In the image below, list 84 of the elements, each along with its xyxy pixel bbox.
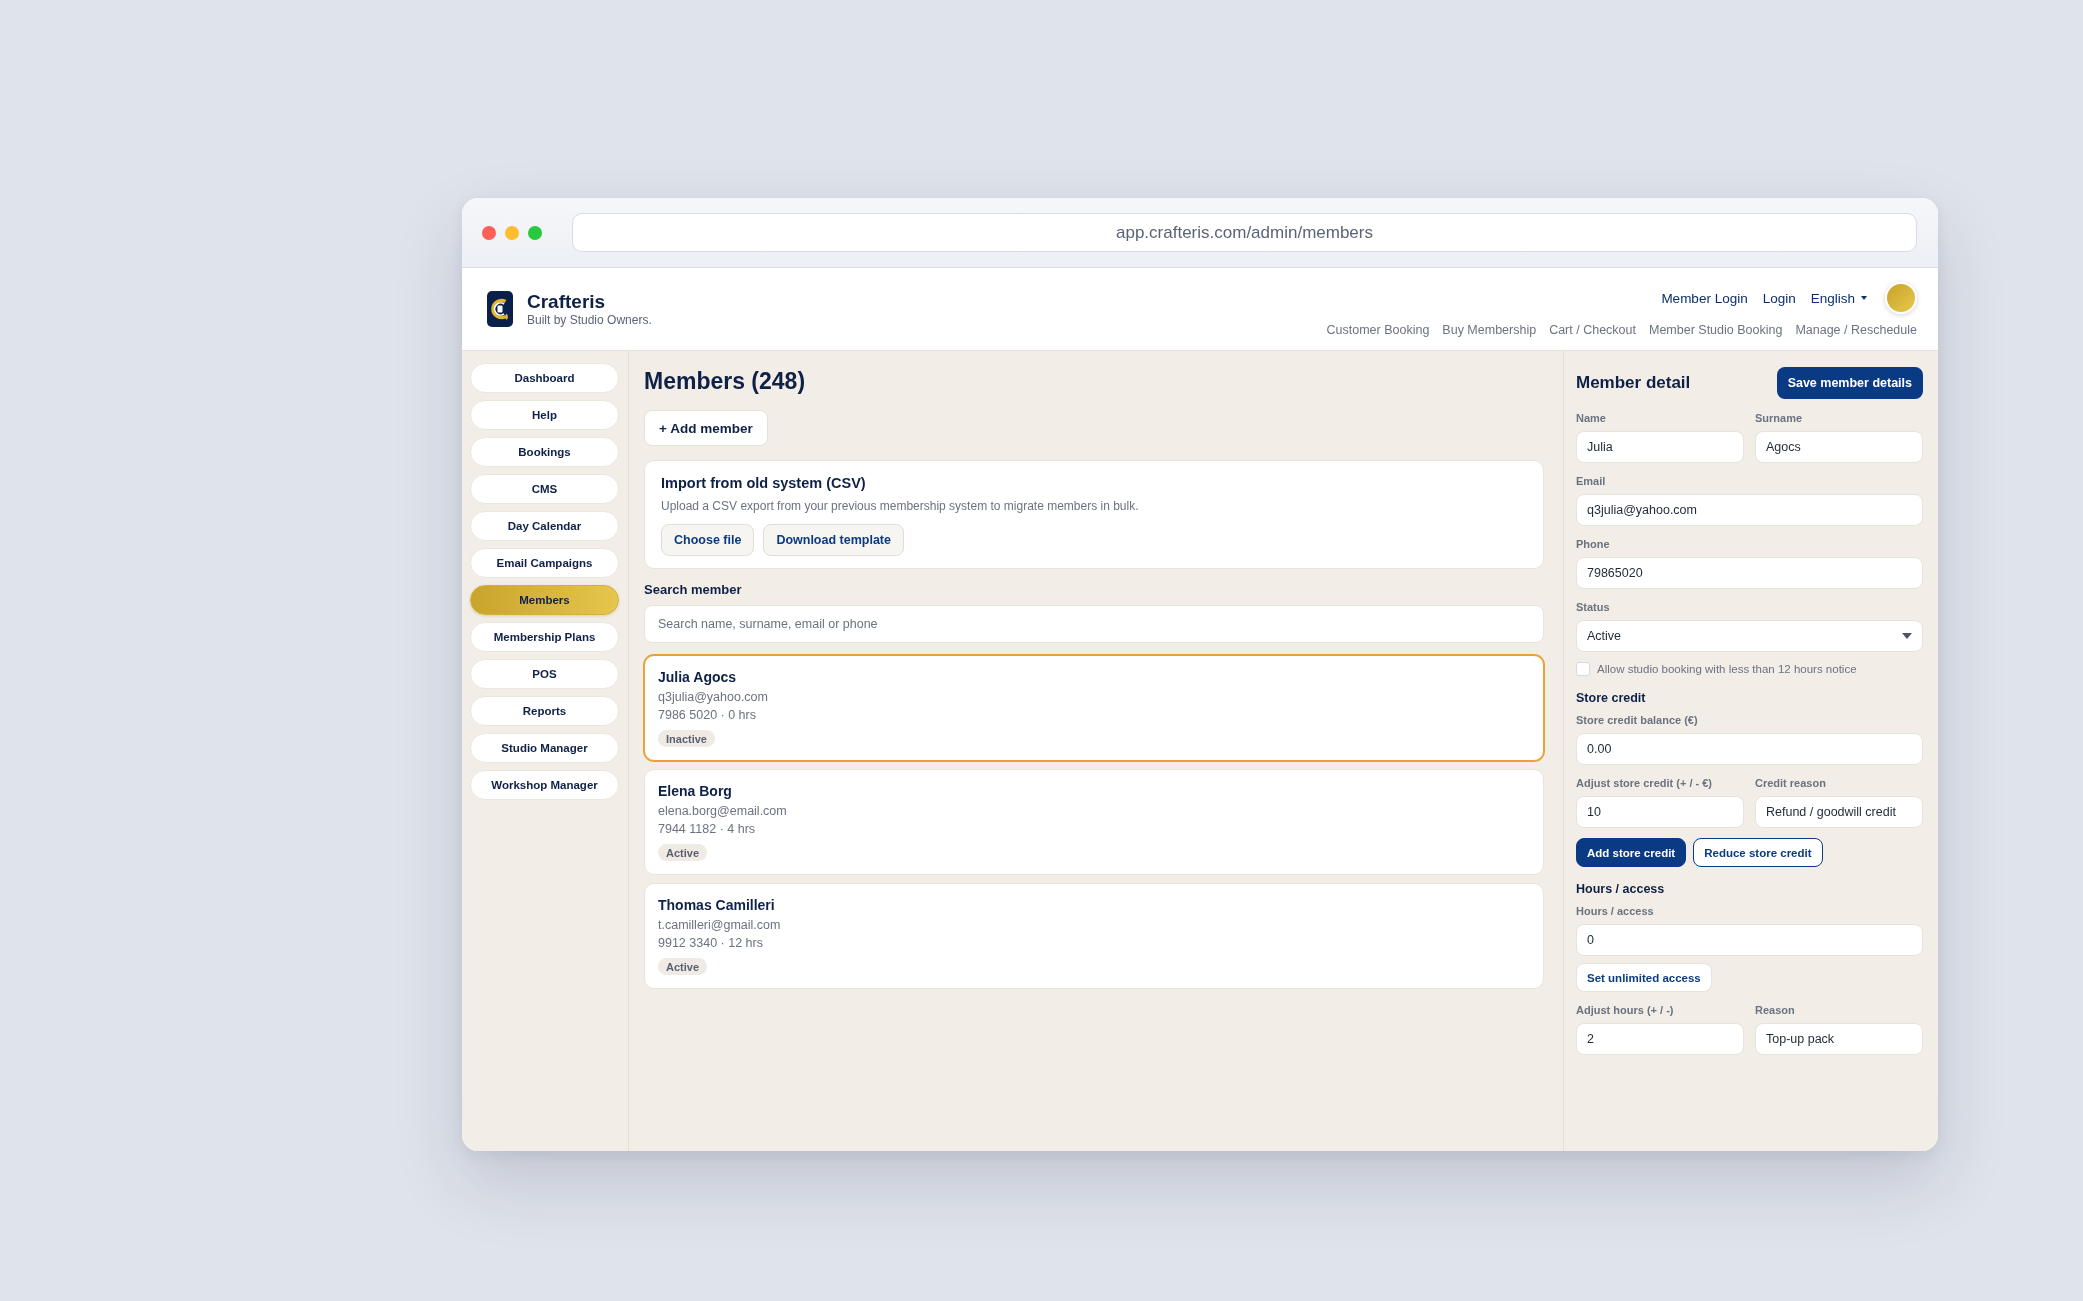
text-field[interactable]: 0.00 (1576, 733, 1923, 765)
field-label: Store credit balance (€) (1576, 713, 1698, 727)
member-email: elena.borg@email.com (658, 803, 787, 820)
sidebar-item[interactable]: Reports (470, 696, 619, 726)
field-label: Hours / access (1576, 904, 1654, 918)
member-details: 7986 5020 · 0 hrs (658, 707, 756, 724)
import-button[interactable]: Choose file (661, 524, 755, 556)
status-badge: Active (658, 958, 708, 975)
status-select[interactable]: Active (1576, 620, 1923, 652)
header-link[interactable]: Login (1762, 290, 1796, 306)
field-label: Reason (1755, 1003, 1795, 1017)
text-field[interactable]: Refund / goodwill credit (1755, 796, 1923, 828)
language-selector[interactable]: English (1810, 290, 1867, 306)
search-label: Search member (644, 582, 742, 598)
section-heading: Store credit (1576, 690, 1646, 706)
sidebar-item[interactable]: CMS (470, 474, 619, 504)
member-details: 9912 3340 · 12 hrs (658, 935, 763, 952)
sidebar-item[interactable]: Membership Plans (470, 622, 619, 652)
avatar-icon[interactable] (1885, 282, 1917, 314)
import-description: Upload a CSV export from your previous membership system to migrate members in bulk. (661, 498, 1139, 514)
nav-link[interactable]: Member Studio Booking (1649, 322, 1783, 338)
status-badge: Active (658, 844, 708, 861)
sidebar-item[interactable]: Help (470, 400, 619, 430)
member-name: Thomas Camilleri (658, 896, 775, 914)
member-details: 7944 1182 · 4 hrs (658, 821, 756, 838)
nav-link[interactable]: Buy Membership (1442, 322, 1537, 338)
import-button[interactable]: Download template (763, 524, 904, 556)
text-field[interactable]: 79865020 (1576, 557, 1923, 589)
sidebar-item[interactable]: Studio Manager (470, 733, 619, 763)
brand-tagline: Built by Studio Owners. (527, 313, 652, 327)
sidebar-item[interactable]: Members (470, 585, 619, 615)
field-label: Surname (1755, 411, 1803, 425)
caret-icon (1902, 633, 1912, 639)
text-field[interactable]: 10 (1576, 796, 1744, 828)
member-email: t.camilleri@gmail.com (658, 917, 781, 934)
sidebar-item[interactable]: POS (470, 659, 619, 689)
address-bar[interactable]: app.crafteris.com/admin/members (572, 213, 1917, 252)
text-field[interactable]: Julia (1576, 431, 1744, 463)
text-field[interactable]: Top-up pack (1755, 1023, 1923, 1055)
member-name: Julia Agocs (658, 668, 737, 686)
field-label: Credit reason (1755, 776, 1826, 790)
panel-title: Member detail (1576, 373, 1691, 393)
window-minimize-icon[interactable] (505, 225, 519, 240)
status-badge: Inactive (658, 730, 715, 747)
field-label: Adjust store credit (+ / - €) (1576, 776, 1712, 790)
member-email: q3julia@yahoo.com (658, 689, 768, 706)
nav-link[interactable]: Cart / Checkout (1549, 322, 1636, 338)
checkbox-label: Allow studio booking with less than 12 hours notice (1597, 662, 1857, 676)
sidebar-item[interactable]: Dashboard (470, 363, 619, 393)
sidebar-item[interactable]: Bookings (470, 437, 619, 467)
field-label: Email (1576, 474, 1606, 488)
member-card[interactable]: Elena Borg elena.borg@email.com 7944 1182 · 4 hrs Active (644, 769, 1544, 875)
nav-link[interactable]: Customer Booking (1326, 322, 1430, 338)
logo-icon (487, 291, 513, 327)
import-title: Import from old system (CSV) (661, 474, 866, 492)
header-link[interactable]: Member Login (1661, 290, 1748, 306)
sidebar-item[interactable]: Workshop Manager (470, 770, 619, 800)
checkbox[interactable] (1576, 662, 1590, 676)
field-label: Name (1576, 411, 1606, 425)
text-field[interactable]: 0 (1576, 924, 1923, 956)
save-button[interactable]: Save member details (1776, 367, 1923, 399)
text-field[interactable]: Agocs (1755, 431, 1923, 463)
page-title: Members (248) (644, 367, 806, 395)
section-heading: Hours / access (1576, 881, 1665, 897)
field-label: Status (1576, 600, 1610, 614)
action-button[interactable]: Set unlimited access (1576, 963, 1712, 992)
field-label: Phone (1576, 537, 1610, 551)
text-field[interactable]: q3julia@yahoo.com (1576, 494, 1923, 526)
caret-icon (1861, 296, 1867, 300)
field-label: Adjust hours (+ / -) (1576, 1003, 1674, 1017)
sidebar-item[interactable]: Day Calendar (470, 511, 619, 541)
member-card[interactable]: Thomas Camilleri t.camilleri@gmail.com 9912 3340 · 12 hrs Active (644, 883, 1544, 989)
member-name: Elena Borg (658, 782, 732, 800)
member-card[interactable]: Julia Agocs q3julia@yahoo.com 7986 5020 · 0 hrs Inactive (644, 655, 1544, 761)
add-member-button[interactable]: + Add member (644, 410, 768, 446)
window-close-icon[interactable] (482, 225, 496, 240)
window-maximize-icon[interactable] (528, 225, 542, 240)
action-button[interactable]: Add store credit (1576, 838, 1687, 867)
nav-link[interactable]: Manage / Reschedule (1795, 322, 1917, 338)
action-button[interactable]: Reduce store credit (1693, 838, 1823, 867)
sidebar-item[interactable]: Email Campaigns (470, 548, 619, 578)
search-field[interactable]: Search name, surname, email or phone (644, 605, 1544, 643)
text-field[interactable]: 2 (1576, 1023, 1744, 1055)
brand-name: Crafteris (527, 291, 606, 313)
